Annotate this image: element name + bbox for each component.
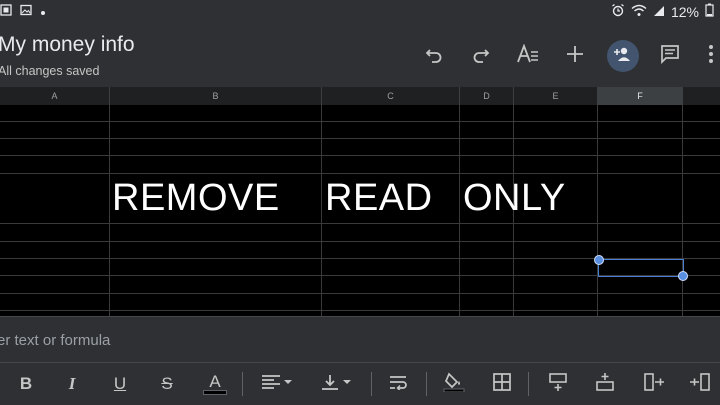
grid-line bbox=[682, 105, 683, 316]
column-header-b[interactable]: B bbox=[110, 87, 322, 105]
wrap-icon bbox=[388, 374, 408, 395]
format-toolbar: B I U S A bbox=[0, 362, 720, 405]
selection-handle-top-left[interactable] bbox=[594, 255, 604, 265]
spreadsheet-grid[interactable]: REMOVE READ ONLY bbox=[0, 105, 720, 316]
save-status: All changes saved bbox=[0, 64, 100, 78]
column-header-row: A B C D E F bbox=[0, 87, 720, 106]
italic-button[interactable]: I bbox=[62, 373, 82, 395]
text-color-label: A bbox=[209, 371, 221, 391]
text-color-swatch bbox=[203, 389, 227, 395]
text-wrap-button[interactable] bbox=[387, 373, 409, 395]
grid-line bbox=[0, 173, 720, 174]
column-header-f[interactable]: F bbox=[598, 87, 683, 105]
insert-column-left-button[interactable] bbox=[642, 372, 666, 397]
bold-button[interactable]: B bbox=[16, 373, 36, 395]
selected-cell[interactable] bbox=[598, 259, 684, 277]
insert-column-right-button[interactable] bbox=[688, 372, 712, 397]
column-header-c[interactable]: C bbox=[322, 87, 460, 105]
borders-icon bbox=[493, 372, 511, 396]
grid-line bbox=[0, 293, 720, 294]
align-bottom-icon bbox=[319, 373, 353, 396]
column-header-e[interactable]: E bbox=[514, 87, 598, 105]
text-format-button[interactable] bbox=[514, 42, 542, 70]
toolbar-divider bbox=[528, 372, 529, 396]
insert-column-left-icon bbox=[643, 372, 665, 397]
battery-icon bbox=[705, 3, 714, 20]
comment-button[interactable] bbox=[656, 42, 684, 70]
screenshot-icon bbox=[0, 4, 12, 19]
column-header-g[interactable] bbox=[683, 87, 720, 105]
grid-line bbox=[0, 138, 720, 139]
text-format-icon bbox=[517, 42, 539, 69]
insert-row-below-button[interactable] bbox=[593, 372, 617, 397]
grid-line bbox=[0, 155, 720, 156]
toolbar-divider bbox=[242, 372, 243, 396]
formula-bar[interactable]: er text or formula bbox=[0, 316, 720, 363]
undo-icon bbox=[424, 44, 444, 69]
strikethrough-button[interactable]: S bbox=[157, 373, 177, 395]
insert-row-above-button[interactable] bbox=[546, 372, 570, 397]
toolbar-divider bbox=[426, 372, 427, 396]
insert-row-below-icon bbox=[595, 372, 615, 397]
column-header-a[interactable]: A bbox=[0, 87, 110, 105]
fill-color-button[interactable] bbox=[442, 372, 466, 397]
borders-button[interactable] bbox=[491, 372, 513, 396]
doc-title[interactable]: My money info bbox=[0, 33, 135, 57]
grid-line bbox=[0, 121, 720, 122]
insert-button[interactable] bbox=[561, 42, 589, 70]
redo-button[interactable] bbox=[467, 42, 495, 70]
comment-icon bbox=[660, 44, 680, 69]
overlay-word-remove: REMOVE bbox=[112, 177, 280, 219]
underline-button[interactable]: U bbox=[110, 373, 130, 395]
add-person-icon bbox=[614, 46, 632, 67]
more-vert-icon bbox=[708, 44, 714, 69]
grid-line bbox=[109, 105, 110, 316]
paint-bucket-icon bbox=[443, 372, 465, 397]
text-color-button[interactable]: A bbox=[203, 373, 227, 395]
signal-icon bbox=[653, 4, 665, 20]
grid-line bbox=[0, 241, 720, 242]
grid-line bbox=[459, 105, 460, 316]
insert-row-above-icon bbox=[548, 372, 568, 397]
grid-line bbox=[597, 105, 598, 316]
grid-line bbox=[321, 105, 322, 316]
alarm-icon bbox=[611, 3, 625, 20]
undo-button[interactable] bbox=[420, 42, 448, 70]
insert-column-right-icon bbox=[689, 372, 711, 397]
column-header-d[interactable]: D bbox=[460, 87, 514, 105]
grid-line bbox=[0, 223, 720, 224]
gallery-icon bbox=[20, 4, 32, 19]
align-left-icon bbox=[260, 373, 294, 396]
overlay-word-only: ONLY bbox=[463, 177, 566, 219]
dot-icon bbox=[40, 4, 46, 19]
redo-icon bbox=[471, 44, 491, 69]
share-button[interactable] bbox=[607, 40, 639, 72]
app-bar: 12% My money info All changes saved bbox=[0, 0, 720, 87]
status-bar: 12% bbox=[0, 0, 720, 24]
more-options-button[interactable] bbox=[702, 42, 720, 70]
formula-placeholder: er text or formula bbox=[0, 332, 111, 349]
overlay-word-read: READ bbox=[325, 177, 433, 219]
selection-handle-bottom-right[interactable] bbox=[678, 271, 688, 281]
plus-icon bbox=[566, 45, 584, 68]
toolbar-divider bbox=[371, 372, 372, 396]
wifi-icon bbox=[631, 4, 647, 20]
battery-text: 12% bbox=[670, 3, 699, 20]
grid-line bbox=[0, 310, 720, 311]
horizontal-align-button[interactable] bbox=[259, 373, 295, 395]
vertical-align-button[interactable] bbox=[318, 373, 354, 395]
